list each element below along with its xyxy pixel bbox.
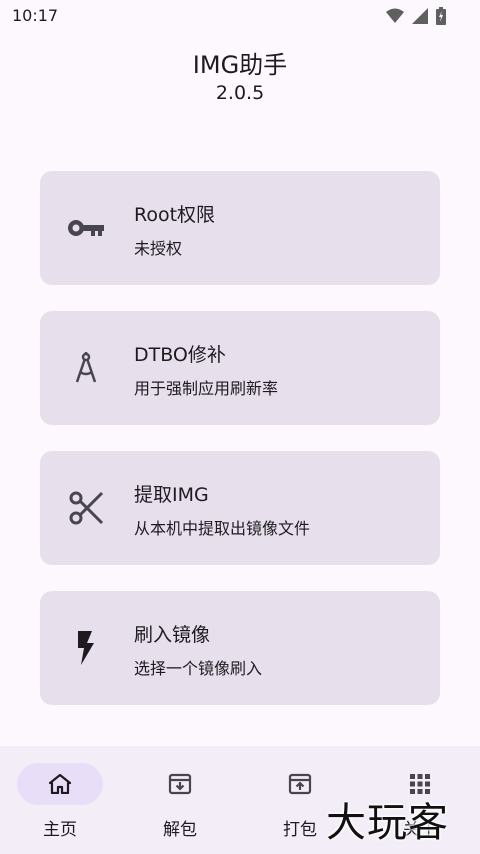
key-icon xyxy=(66,208,106,248)
root-permission-card[interactable]: Root权限 未授权 xyxy=(40,171,440,285)
card-subtitle: 未授权 xyxy=(134,239,183,258)
extract-img-card[interactable]: 提取IMG 从本机中提取出镜像文件 xyxy=(40,451,440,565)
archive-down-icon xyxy=(168,773,192,795)
card-title: 刷入镜像 xyxy=(134,624,211,646)
home-icon xyxy=(49,774,71,794)
wifi-icon xyxy=(386,8,404,23)
app-title: IMG助手 xyxy=(192,51,288,79)
scissors-icon xyxy=(66,488,106,528)
flash-icon xyxy=(66,628,106,668)
card-title: 提取IMG xyxy=(134,484,209,506)
watermark: 大玩客 xyxy=(326,800,449,846)
status-bar: 10:17 xyxy=(0,0,480,32)
nav-pill xyxy=(137,763,223,805)
card-title: Root权限 xyxy=(134,204,216,226)
card-subtitle: 选择一个镜像刷入 xyxy=(134,659,263,678)
flash-image-card[interactable]: 刷入镜像 选择一个镜像刷入 xyxy=(40,591,440,705)
nav-item-home[interactable]: 主页 xyxy=(0,746,120,854)
app-version: 2.0.5 xyxy=(215,82,265,104)
card-subtitle: 用于强制应用刷新率 xyxy=(134,379,279,398)
archive-up-icon xyxy=(288,773,312,795)
battery-icon xyxy=(436,7,446,25)
nav-item-unpack[interactable]: 解包 xyxy=(120,746,240,854)
nav-pill xyxy=(17,763,103,805)
signal-icon xyxy=(412,8,428,24)
status-time: 10:17 xyxy=(12,6,59,25)
dtbo-patch-card[interactable]: DTBO修补 用于强制应用刷新率 xyxy=(40,311,440,425)
status-icons xyxy=(386,7,446,25)
card-title: DTBO修补 xyxy=(134,344,226,366)
nav-label: 解包 xyxy=(163,820,197,840)
nav-label: 主页 xyxy=(43,820,77,840)
card-subtitle: 从本机中提取出镜像文件 xyxy=(134,519,311,538)
compass-icon xyxy=(66,348,106,388)
